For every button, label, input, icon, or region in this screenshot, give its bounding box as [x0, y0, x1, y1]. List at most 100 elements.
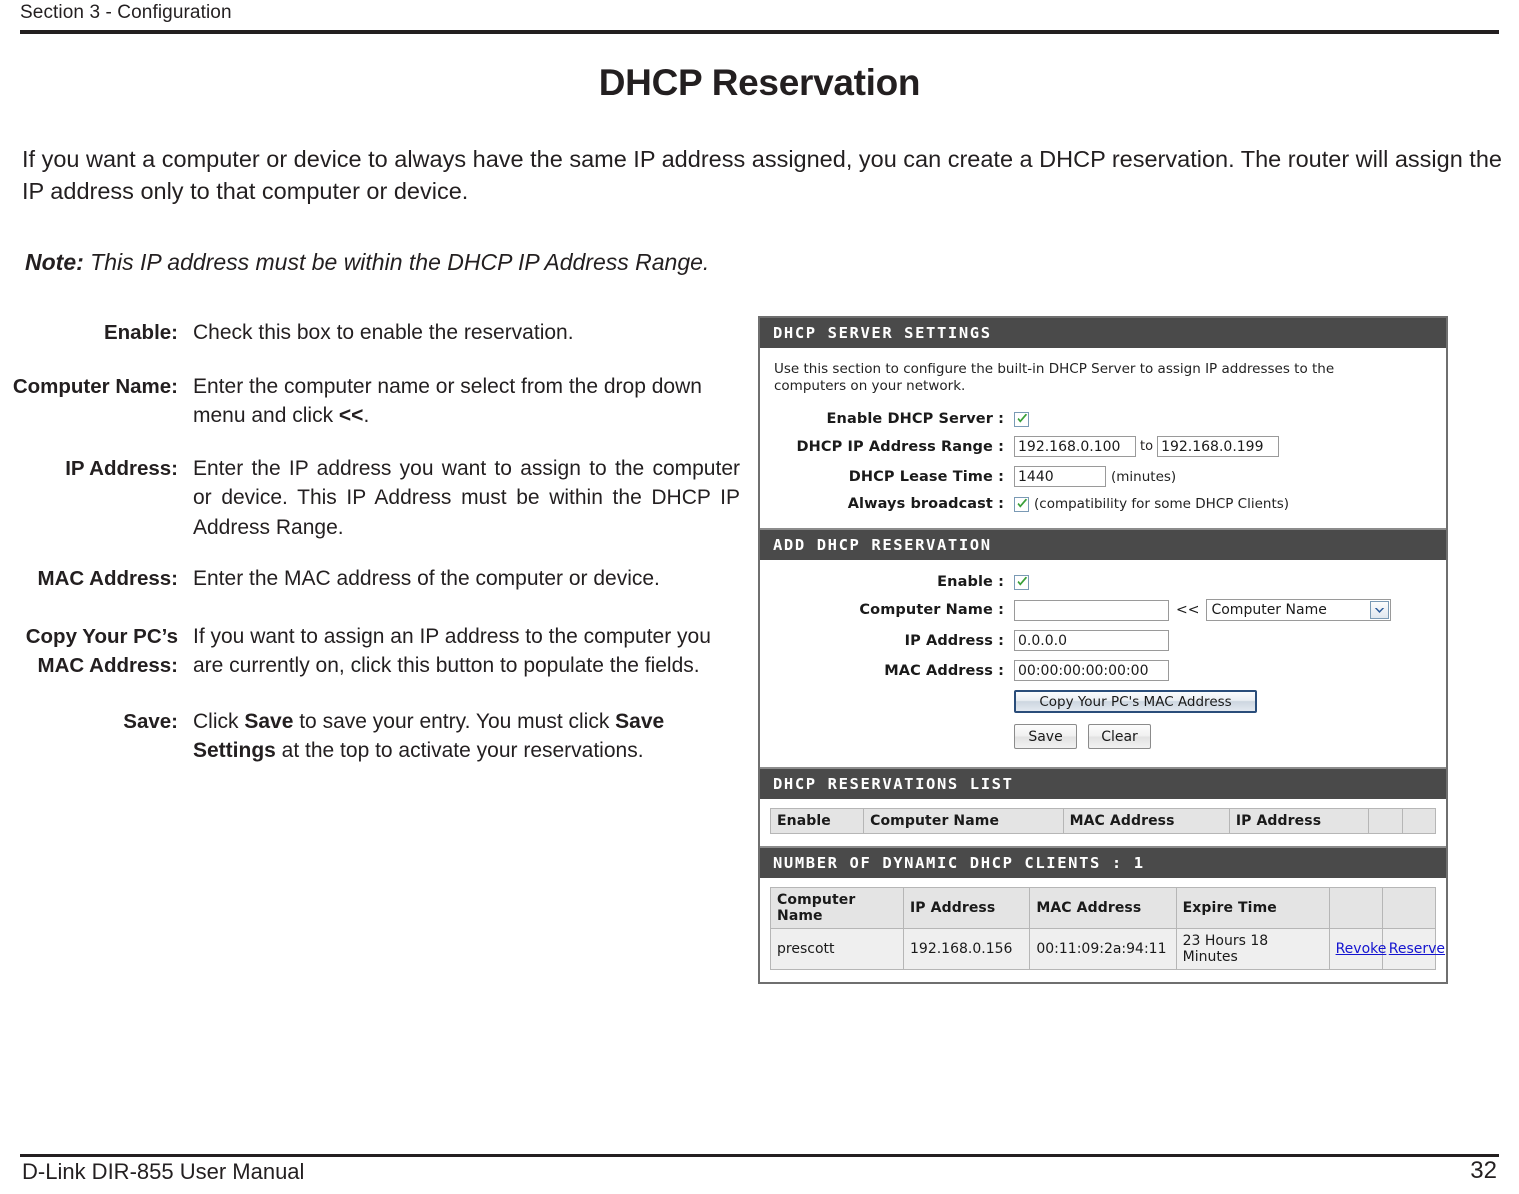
- input-reservation-ip-address[interactable]: 0.0.0.0: [1014, 630, 1169, 651]
- select-computer-name[interactable]: Computer Name: [1206, 599, 1392, 621]
- desc-label-copy-mac-line2: MAC Address:: [37, 653, 178, 677]
- desc-label-copy-mac: Copy Your PC’s MAC Address:: [0, 622, 178, 681]
- checkbox-always-broadcast[interactable]: [1014, 496, 1029, 512]
- input-dhcp-lease-time[interactable]: 1440: [1014, 466, 1106, 487]
- panel-body-add-dhcp-reservation: Enable : Computer Name : << Computer Nam…: [760, 560, 1446, 767]
- save-button[interactable]: Save: [1014, 724, 1077, 749]
- label-always-broadcast: Always broadcast :: [847, 496, 1004, 512]
- checkbox-enable-dhcp-server[interactable]: [1014, 411, 1029, 427]
- reserve-link-anchor[interactable]: Reserve: [1389, 941, 1445, 957]
- col-spacer-2: [1381, 887, 1437, 929]
- check-icon: [1017, 576, 1028, 586]
- label-range-to: to: [1140, 439, 1154, 454]
- table-header-row: Enable Computer Name MAC Address IP Addr…: [769, 808, 1437, 834]
- col-spacer-1: [1368, 808, 1403, 834]
- input-reservation-computer-name[interactable]: [1014, 599, 1169, 621]
- desc-label-mac-address: MAC Address:: [37, 567, 178, 590]
- cell-expire-time: 23 Hours 18 Minutes: [1175, 928, 1330, 970]
- panel-dhcp-server-settings: DHCP SERVER SETTINGS Use this section to…: [760, 318, 1446, 530]
- col-ip-address: IP Address: [902, 887, 1031, 929]
- desc-text-save: Click Save to save your entry. You must …: [178, 707, 740, 766]
- panel-heading-dhcp-reservations-list: DHCP RESERVATIONS LIST: [760, 769, 1446, 799]
- input-range-end[interactable]: 192.168.0.199: [1157, 436, 1280, 457]
- label-reservation-computer-name: Computer Name :: [859, 602, 1004, 618]
- desc-label-save: Save:: [123, 709, 178, 733]
- section-breadcrumb: Section 3 - Configuration: [20, 2, 232, 23]
- cell-ip-address: 192.168.0.156: [902, 928, 1031, 970]
- page-header: Section 3 - Configuration: [20, 0, 1499, 34]
- desc-row-enable: Enable: Check this box to enable the res…: [0, 318, 740, 348]
- check-icon: [1017, 413, 1028, 423]
- panel-body-dhcp-server-settings: Use this section to configure the built-…: [760, 348, 1446, 528]
- footer-divider: [20, 1154, 1499, 1157]
- select-computer-name-value: Computer Name: [1211, 602, 1327, 618]
- copy-pc-mac-address-button[interactable]: Copy Your PC's MAC Address: [1014, 690, 1257, 713]
- panel-dhcp-reservations-list: DHCP RESERVATIONS LIST Enable Computer N…: [760, 769, 1446, 848]
- row-always-broadcast: Always broadcast : (compatibility for so…: [774, 496, 1432, 512]
- desc-text-computer-name-post: .: [363, 404, 370, 427]
- note-paragraph: Note: This IP address must be within the…: [25, 247, 1225, 277]
- desc-text-computer-name-pre: Enter the computer name or select from t…: [193, 374, 702, 428]
- desc-text-save-bold1: Save: [244, 709, 294, 733]
- footer-manual-title: D-Link DIR-855 User Manual: [22, 1159, 305, 1184]
- desc-row-mac-address: MAC Address: Enter the MAC address of th…: [0, 564, 740, 594]
- dhcp-server-blurb: Use this section to configure the built-…: [774, 361, 1335, 394]
- col-computer-name: Computer Name: [863, 808, 1064, 834]
- checkbox-reservation-enable[interactable]: [1014, 574, 1029, 590]
- label-dhcp-lease-time: DHCP Lease Time :: [848, 468, 1004, 485]
- copy-button-row: Copy Your PC's MAC Address: [1014, 690, 1432, 713]
- reservation-button-row: Save Clear: [1014, 724, 1432, 749]
- label-copy-from-select: <<: [1176, 602, 1200, 618]
- row-dhcp-lease-time: DHCP Lease Time : 1440 (minutes): [774, 466, 1432, 487]
- col-enable: Enable: [769, 808, 865, 834]
- clear-button[interactable]: Clear: [1088, 724, 1151, 749]
- desc-text-save-pre: Click: [193, 709, 245, 733]
- row-reservation-ip-address: IP Address : 0.0.0.0: [774, 630, 1432, 651]
- router-web-ui: DHCP SERVER SETTINGS Use this section to…: [758, 316, 1448, 984]
- input-reservation-mac-address[interactable]: 00:00:00:00:00:00: [1014, 660, 1169, 681]
- page-title: DHCP Reservation: [598, 62, 921, 103]
- desc-label-enable: Enable:: [103, 321, 178, 344]
- label-dhcp-ip-address-range: DHCP IP Address Range :: [796, 438, 1004, 455]
- cell-mac-address: 00:11:09:2a:94:11: [1029, 928, 1177, 970]
- col-computer-name: Computer Name: [770, 887, 904, 929]
- desc-text-save-mid: to save your entry. You must click: [293, 709, 616, 733]
- note-text: This IP address must be within the DHCP …: [90, 249, 710, 275]
- row-dhcp-ip-address-range: DHCP IP Address Range : 192.168.0.100 to…: [774, 436, 1432, 457]
- label-reservation-enable: Enable :: [937, 574, 1004, 590]
- footer-page-number: 32: [1470, 1157, 1497, 1184]
- desc-row-save: Save: Click Save to save your entry. You…: [0, 707, 740, 766]
- panel-dynamic-dhcp-clients: NUMBER OF DYNAMIC DHCP CLIENTS : 1 Compu…: [760, 848, 1446, 982]
- revoke-link-anchor[interactable]: Revoke: [1336, 941, 1387, 957]
- panel-heading-dhcp-server-settings: DHCP SERVER SETTINGS: [760, 318, 1446, 348]
- col-expire-time: Expire Time: [1175, 887, 1330, 929]
- desc-label-copy-mac-line1: Copy Your PC’s: [25, 624, 178, 648]
- desc-row-ip-address: IP Address: Enter the IP address you wan…: [0, 454, 740, 543]
- table-reservations-list: Enable Computer Name MAC Address IP Addr…: [769, 808, 1437, 834]
- input-range-start[interactable]: 192.168.0.100: [1014, 436, 1136, 457]
- reserve-link[interactable]: Reserve: [1381, 928, 1445, 970]
- label-enable-dhcp-server: Enable DHCP Server :: [826, 411, 1004, 427]
- col-mac-address: MAC Address: [1062, 808, 1230, 834]
- col-spacer-2: [1401, 808, 1437, 834]
- desc-text-computer-name-bold: <<: [338, 404, 364, 427]
- desc-text-ip-address: Enter the IP address you want to assign …: [193, 456, 740, 539]
- col-mac-address: MAC Address: [1029, 887, 1177, 929]
- desc-text-enable: Check this box to enable the reservation…: [193, 321, 574, 344]
- field-description-list: Enable: Check this box to enable the res…: [0, 318, 740, 786]
- panel-heading-add-dhcp-reservation: ADD DHCP RESERVATION: [760, 530, 1446, 560]
- desc-text-save-post: at the top to activate your reservations…: [275, 739, 644, 762]
- table-wrap-reservations-list: Enable Computer Name MAC Address IP Addr…: [760, 799, 1446, 846]
- panel-add-dhcp-reservation: ADD DHCP RESERVATION Enable : Computer N…: [760, 530, 1446, 769]
- table-row: prescott 192.168.0.156 00:11:09:2a:94:11 23…: [770, 928, 1445, 970]
- check-icon: [1017, 498, 1028, 508]
- desc-text-copy-mac: If you want to assign an IP address to t…: [193, 624, 711, 678]
- chevron-down-icon: [1370, 601, 1390, 619]
- revoke-link[interactable]: Revoke: [1328, 928, 1386, 970]
- note-label: Note:: [25, 249, 84, 275]
- desc-row-copy-mac: Copy Your PC’s MAC Address: If you want …: [0, 622, 740, 681]
- cell-computer-name: prescott: [770, 928, 904, 970]
- row-reservation-enable: Enable :: [774, 574, 1432, 590]
- panel-heading-dynamic-dhcp-clients: NUMBER OF DYNAMIC DHCP CLIENTS : 1: [760, 848, 1446, 878]
- table-dynamic-clients: Computer Name IP Address MAC Address Exp…: [770, 887, 1445, 970]
